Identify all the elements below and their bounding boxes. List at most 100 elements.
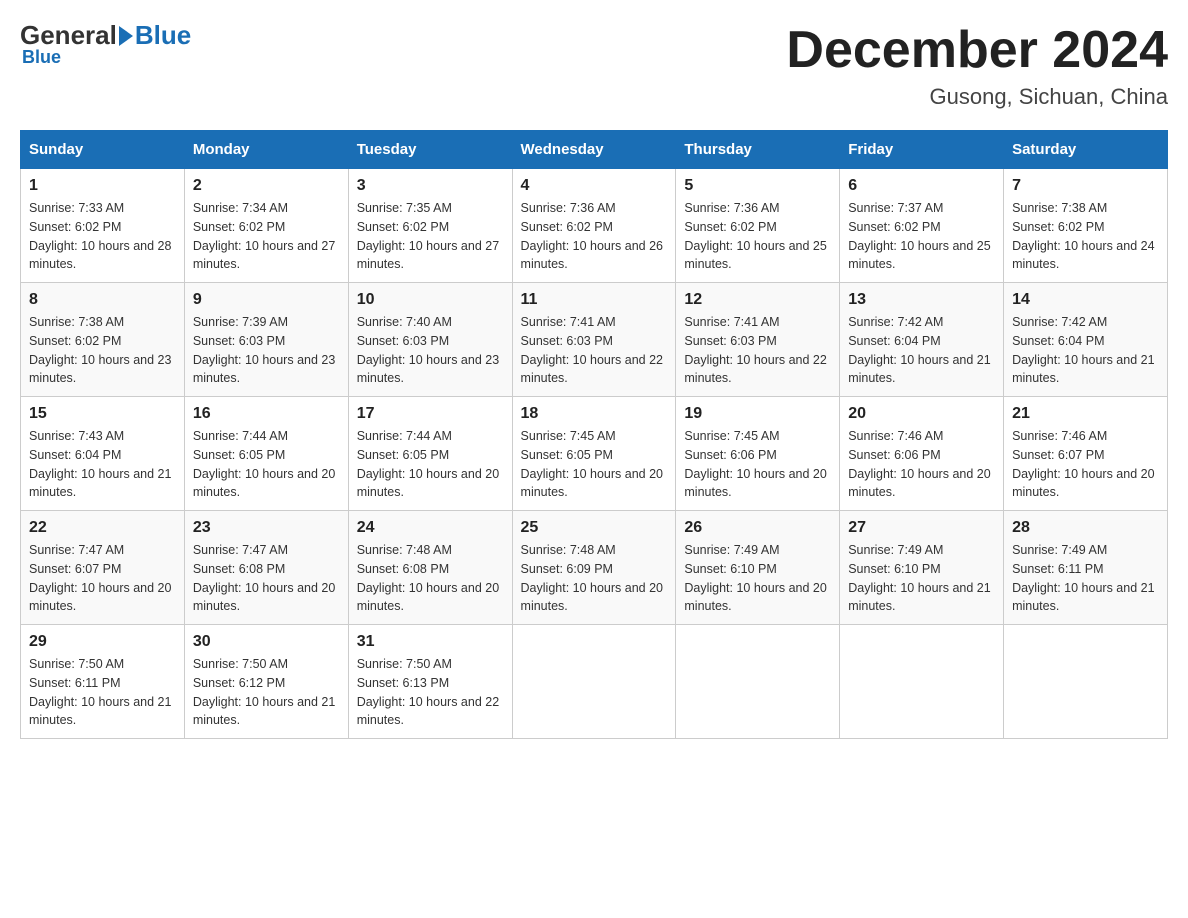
day-number: 29 xyxy=(29,633,176,651)
day-number: 18 xyxy=(521,405,668,423)
day-number: 20 xyxy=(848,405,995,423)
day-header-wednesday: Wednesday xyxy=(512,131,676,169)
day-info: Sunrise: 7:47 AMSunset: 6:08 PMDaylight:… xyxy=(193,541,340,616)
calendar-cell xyxy=(676,625,840,739)
day-number: 4 xyxy=(521,177,668,195)
day-info: Sunrise: 7:47 AMSunset: 6:07 PMDaylight:… xyxy=(29,541,176,616)
day-info: Sunrise: 7:50 AMSunset: 6:12 PMDaylight:… xyxy=(193,655,340,730)
calendar-cell: 6 Sunrise: 7:37 AMSunset: 6:02 PMDaylight… xyxy=(840,169,1004,283)
day-number: 1 xyxy=(29,177,176,195)
day-info: Sunrise: 7:43 AMSunset: 6:04 PMDaylight:… xyxy=(29,427,176,502)
day-number: 10 xyxy=(357,291,504,309)
day-info: Sunrise: 7:39 AMSunset: 6:03 PMDaylight:… xyxy=(193,313,340,388)
day-info: Sunrise: 7:35 AMSunset: 6:02 PMDaylight:… xyxy=(357,199,504,274)
calendar-cell: 31 Sunrise: 7:50 AMSunset: 6:13 PMDayligh… xyxy=(348,625,512,739)
calendar-table: SundayMondayTuesdayWednesdayThursdayFrid… xyxy=(20,130,1168,739)
day-number: 24 xyxy=(357,519,504,537)
calendar-cell: 4 Sunrise: 7:36 AMSunset: 6:02 PMDaylight… xyxy=(512,169,676,283)
title-block: December 2024 Gusong, Sichuan, China xyxy=(786,20,1168,110)
location: Gusong, Sichuan, China xyxy=(786,84,1168,110)
day-info: Sunrise: 7:46 AMSunset: 6:07 PMDaylight:… xyxy=(1012,427,1159,502)
calendar-cell: 20 Sunrise: 7:46 AMSunset: 6:06 PMDayligh… xyxy=(840,397,1004,511)
day-info: Sunrise: 7:46 AMSunset: 6:06 PMDaylight:… xyxy=(848,427,995,502)
day-info: Sunrise: 7:33 AMSunset: 6:02 PMDaylight:… xyxy=(29,199,176,274)
day-info: Sunrise: 7:50 AMSunset: 6:11 PMDaylight:… xyxy=(29,655,176,730)
calendar-cell: 24 Sunrise: 7:48 AMSunset: 6:08 PMDayligh… xyxy=(348,511,512,625)
day-number: 31 xyxy=(357,633,504,651)
day-number: 11 xyxy=(521,291,668,309)
page-header: General Blue Blue December 2024 Gusong, … xyxy=(20,20,1168,110)
logo-underline: Blue xyxy=(20,47,61,68)
day-number: 6 xyxy=(848,177,995,195)
day-number: 3 xyxy=(357,177,504,195)
day-info: Sunrise: 7:36 AMSunset: 6:02 PMDaylight:… xyxy=(521,199,668,274)
day-info: Sunrise: 7:48 AMSunset: 6:09 PMDaylight:… xyxy=(521,541,668,616)
calendar-cell: 8 Sunrise: 7:38 AMSunset: 6:02 PMDaylight… xyxy=(21,283,185,397)
calendar-cell: 7Sunrise: 7:38 AMSunset: 6:02 PMDaylight… xyxy=(1004,169,1168,283)
day-info: Sunrise: 7:42 AMSunset: 6:04 PMDaylight:… xyxy=(848,313,995,388)
logo: General Blue Blue xyxy=(20,20,191,68)
day-number: 23 xyxy=(193,519,340,537)
day-number: 27 xyxy=(848,519,995,537)
day-info: Sunrise: 7:38 AMSunset: 6:02 PMDaylight:… xyxy=(1012,199,1159,274)
day-number: 16 xyxy=(193,405,340,423)
day-number: 19 xyxy=(684,405,831,423)
calendar-cell: 23 Sunrise: 7:47 AMSunset: 6:08 PMDayligh… xyxy=(184,511,348,625)
calendar-cell xyxy=(512,625,676,739)
calendar-cell xyxy=(840,625,1004,739)
logo-triangle-icon xyxy=(119,26,133,46)
day-number: 8 xyxy=(29,291,176,309)
calendar-cell: 1 Sunrise: 7:33 AMSunset: 6:02 PMDaylight… xyxy=(21,169,185,283)
calendar-cell: 27 Sunrise: 7:49 AMSunset: 6:10 PMDayligh… xyxy=(840,511,1004,625)
day-header-saturday: Saturday xyxy=(1004,131,1168,169)
day-header-sunday: Sunday xyxy=(21,131,185,169)
day-number: 12 xyxy=(684,291,831,309)
day-info: Sunrise: 7:34 AMSunset: 6:02 PMDaylight:… xyxy=(193,199,340,274)
day-number: 14 xyxy=(1012,291,1159,309)
calendar-cell: 21Sunrise: 7:46 AMSunset: 6:07 PMDayligh… xyxy=(1004,397,1168,511)
calendar-cell xyxy=(1004,625,1168,739)
day-header-tuesday: Tuesday xyxy=(348,131,512,169)
day-number: 13 xyxy=(848,291,995,309)
calendar-cell: 26 Sunrise: 7:49 AMSunset: 6:10 PMDayligh… xyxy=(676,511,840,625)
day-info: Sunrise: 7:45 AMSunset: 6:05 PMDaylight:… xyxy=(521,427,668,502)
day-info: Sunrise: 7:41 AMSunset: 6:03 PMDaylight:… xyxy=(684,313,831,388)
calendar-cell: 30 Sunrise: 7:50 AMSunset: 6:12 PMDayligh… xyxy=(184,625,348,739)
calendar-cell: 11 Sunrise: 7:41 AMSunset: 6:03 PMDayligh… xyxy=(512,283,676,397)
day-info: Sunrise: 7:48 AMSunset: 6:08 PMDaylight:… xyxy=(357,541,504,616)
day-header-friday: Friday xyxy=(840,131,1004,169)
day-info: Sunrise: 7:40 AMSunset: 6:03 PMDaylight:… xyxy=(357,313,504,388)
day-info: Sunrise: 7:44 AMSunset: 6:05 PMDaylight:… xyxy=(357,427,504,502)
day-info: Sunrise: 7:38 AMSunset: 6:02 PMDaylight:… xyxy=(29,313,176,388)
day-number: 9 xyxy=(193,291,340,309)
day-number: 15 xyxy=(29,405,176,423)
day-header-monday: Monday xyxy=(184,131,348,169)
calendar-cell: 2 Sunrise: 7:34 AMSunset: 6:02 PMDaylight… xyxy=(184,169,348,283)
day-info: Sunrise: 7:49 AMSunset: 6:10 PMDaylight:… xyxy=(684,541,831,616)
calendar-cell: 15 Sunrise: 7:43 AMSunset: 6:04 PMDayligh… xyxy=(21,397,185,511)
day-number: 5 xyxy=(684,177,831,195)
day-info: Sunrise: 7:37 AMSunset: 6:02 PMDaylight:… xyxy=(848,199,995,274)
calendar-cell: 25 Sunrise: 7:48 AMSunset: 6:09 PMDayligh… xyxy=(512,511,676,625)
calendar-cell: 9 Sunrise: 7:39 AMSunset: 6:03 PMDaylight… xyxy=(184,283,348,397)
day-info: Sunrise: 7:44 AMSunset: 6:05 PMDaylight:… xyxy=(193,427,340,502)
logo-blue: Blue xyxy=(135,20,191,51)
day-info: Sunrise: 7:36 AMSunset: 6:02 PMDaylight:… xyxy=(684,199,831,274)
day-number: 30 xyxy=(193,633,340,651)
day-number: 26 xyxy=(684,519,831,537)
day-number: 17 xyxy=(357,405,504,423)
calendar-cell: 16 Sunrise: 7:44 AMSunset: 6:05 PMDayligh… xyxy=(184,397,348,511)
day-number: 28 xyxy=(1012,519,1159,537)
day-header-thursday: Thursday xyxy=(676,131,840,169)
day-info: Sunrise: 7:45 AMSunset: 6:06 PMDaylight:… xyxy=(684,427,831,502)
calendar-cell: 14 Sunrise: 7:42 AMSunset: 6:04 PMDayligh… xyxy=(1004,283,1168,397)
day-number: 25 xyxy=(521,519,668,537)
day-info: Sunrise: 7:42 AMSunset: 6:04 PMDaylight:… xyxy=(1012,313,1159,388)
calendar-cell: 18 Sunrise: 7:45 AMSunset: 6:05 PMDayligh… xyxy=(512,397,676,511)
day-info: Sunrise: 7:50 AMSunset: 6:13 PMDaylight:… xyxy=(357,655,504,730)
calendar-cell: 17 Sunrise: 7:44 AMSunset: 6:05 PMDayligh… xyxy=(348,397,512,511)
day-info: Sunrise: 7:41 AMSunset: 6:03 PMDaylight:… xyxy=(521,313,668,388)
calendar-cell: 19 Sunrise: 7:45 AMSunset: 6:06 PMDayligh… xyxy=(676,397,840,511)
day-info: Sunrise: 7:49 AMSunset: 6:10 PMDaylight:… xyxy=(848,541,995,616)
day-number: 2 xyxy=(193,177,340,195)
